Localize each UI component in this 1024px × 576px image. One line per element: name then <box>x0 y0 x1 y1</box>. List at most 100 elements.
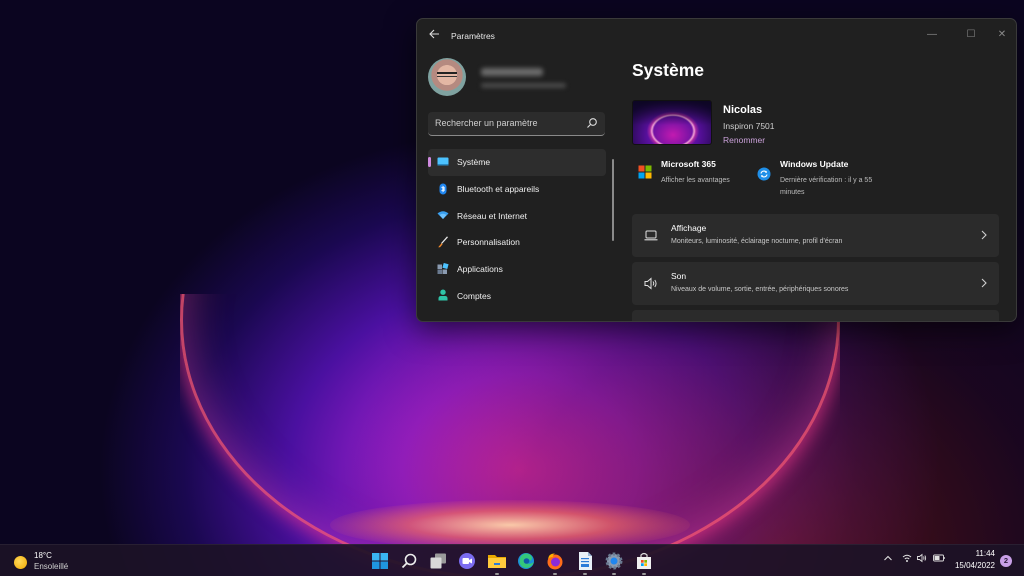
volume-tray-button[interactable] <box>915 551 929 571</box>
firefox-button[interactable] <box>543 549 567 575</box>
search-icon[interactable] <box>586 117 598 129</box>
device-model: Inspiron 7501 <box>723 121 775 131</box>
battery-tray-button[interactable] <box>931 551 947 571</box>
network-tray-button[interactable] <box>900 551 914 571</box>
edge-icon <box>518 553 534 569</box>
back-button[interactable] <box>425 28 443 44</box>
device-wallpaper-thumbnail <box>632 100 712 145</box>
brush-icon <box>438 236 448 248</box>
person-icon <box>438 289 448 301</box>
battery-icon <box>933 554 945 562</box>
card-subtitle: Niveaux de volume, sortie, entrée, périp… <box>671 286 849 293</box>
wifi-icon <box>902 554 912 562</box>
search-icon <box>401 553 417 569</box>
store-button[interactable] <box>632 549 656 575</box>
microsoft-365-tile[interactable]: Microsoft 365 Afficher les avantages <box>632 157 752 197</box>
account-email-blurred <box>481 83 566 88</box>
chevron-right-icon <box>981 278 987 288</box>
search-box[interactable] <box>428 112 605 136</box>
windows-update-icon <box>757 167 771 181</box>
maximize-button[interactable]: ☐ <box>958 25 984 45</box>
sidebar-item-label: Réseau et Internet <box>457 210 527 221</box>
settings-card-son[interactable]: Son Niveaux de volume, sortie, entrée, p… <box>632 262 999 305</box>
tile-title: Microsoft 365 <box>661 159 716 169</box>
sidebar-item-applications[interactable]: Applications <box>428 256 606 283</box>
settings-card-next[interactable] <box>632 310 999 321</box>
sidebar-scrollbar[interactable] <box>612 159 614 241</box>
search-input[interactable] <box>428 112 578 134</box>
card-title: Son <box>671 271 687 281</box>
card-title: Affichage <box>671 223 707 233</box>
monitor-icon <box>437 157 449 166</box>
bluetooth-icon <box>439 183 447 195</box>
running-indicator <box>612 573 616 575</box>
device-name: Nicolas <box>723 104 763 116</box>
teams-chat-button[interactable] <box>455 549 479 573</box>
microsoft-logo-icon <box>638 165 652 179</box>
notification-badge[interactable]: 2 <box>1000 555 1012 567</box>
show-hidden-icons-button[interactable] <box>880 551 896 571</box>
sidebar-item-label: Système <box>457 157 491 168</box>
wallpaper-glow <box>330 500 690 550</box>
settings-app-button[interactable] <box>602 549 626 575</box>
sidebar-item-label: Comptes <box>457 290 492 301</box>
avatar-glasses <box>437 72 457 77</box>
close-button[interactable]: ✕ <box>989 25 1015 45</box>
start-button[interactable] <box>368 549 392 573</box>
sidebar-item-label: Applications <box>457 264 503 275</box>
sidebar-item-comptes[interactable]: Comptes <box>428 282 606 309</box>
sidebar-item-label: Bluetooth et appareils <box>457 184 540 195</box>
sidebar-item-bluetooth[interactable]: Bluetooth et appareils <box>428 176 606 203</box>
speaker-icon <box>917 553 927 563</box>
rename-link[interactable]: Renommer <box>723 135 765 145</box>
running-indicator <box>553 573 557 575</box>
chevron-right-icon <box>981 230 987 240</box>
app-title: Paramètres <box>451 31 495 41</box>
tile-subtitle: Dernière vérification : il y a 55 minute… <box>780 177 873 196</box>
minimize-icon: — <box>927 29 937 40</box>
running-indicator <box>583 573 587 575</box>
active-indicator <box>428 157 431 167</box>
sidebar-item-personnalisation[interactable]: Personnalisation <box>428 229 606 256</box>
page-title: Système <box>632 60 704 80</box>
apps-icon <box>437 262 449 274</box>
nav-list: Système Bluetooth et appareils Réseau et… <box>428 149 606 309</box>
edge-button[interactable] <box>514 549 538 573</box>
chat-icon <box>459 553 475 569</box>
clock-time[interactable]: 11:44 <box>976 549 995 558</box>
card-subtitle: Moniteurs, luminosité, éclairage nocturn… <box>671 238 843 245</box>
maximize-icon: ☐ <box>966 29 976 40</box>
task-view-button[interactable] <box>426 549 450 573</box>
folder-icon <box>488 555 506 568</box>
account-name-blurred <box>481 68 543 76</box>
wifi-icon <box>437 211 449 220</box>
laptop-icon <box>644 230 658 241</box>
running-indicator <box>642 573 646 575</box>
running-indicator <box>495 573 499 575</box>
gear-icon <box>605 552 623 570</box>
windows-update-tile[interactable]: Windows Update Dernière vérification : i… <box>751 157 891 197</box>
sidebar: Système Bluetooth et appareils Réseau et… <box>425 53 615 321</box>
title-bar[interactable]: Paramètres — ☐ ✕ <box>417 19 1016 53</box>
clock-date[interactable]: 15/04/2022 <box>955 561 995 570</box>
taskbar-search-button[interactable] <box>397 549 421 573</box>
document-app-button[interactable] <box>573 549 597 575</box>
windows-logo-icon <box>372 553 388 569</box>
weather-condition: Ensoleillé <box>34 562 69 571</box>
close-icon: ✕ <box>997 29 1007 40</box>
document-icon <box>579 552 592 570</box>
file-explorer-button[interactable] <box>485 549 509 575</box>
weather-temperature: 18°C <box>34 551 52 560</box>
sidebar-item-systeme[interactable]: Système <box>428 149 606 176</box>
arrow-left-icon <box>429 29 439 39</box>
minimize-button[interactable]: — <box>919 25 945 45</box>
sidebar-item-label: Personnalisation <box>457 237 520 248</box>
tile-title: Windows Update <box>780 159 849 169</box>
taskbar: 18°C Ensoleillé 11:44 15/04/2022 2 <box>0 544 1024 576</box>
avatar[interactable] <box>428 58 466 96</box>
chevron-up-icon <box>884 555 892 561</box>
sidebar-item-reseau[interactable]: Réseau et Internet <box>428 202 606 229</box>
main-content: Système Nicolas Inspiron 7501 Renommer M… <box>629 53 1016 321</box>
settings-card-affichage[interactable]: Affichage Moniteurs, luminosité, éclaira… <box>632 214 999 257</box>
sun-icon <box>14 556 27 569</box>
